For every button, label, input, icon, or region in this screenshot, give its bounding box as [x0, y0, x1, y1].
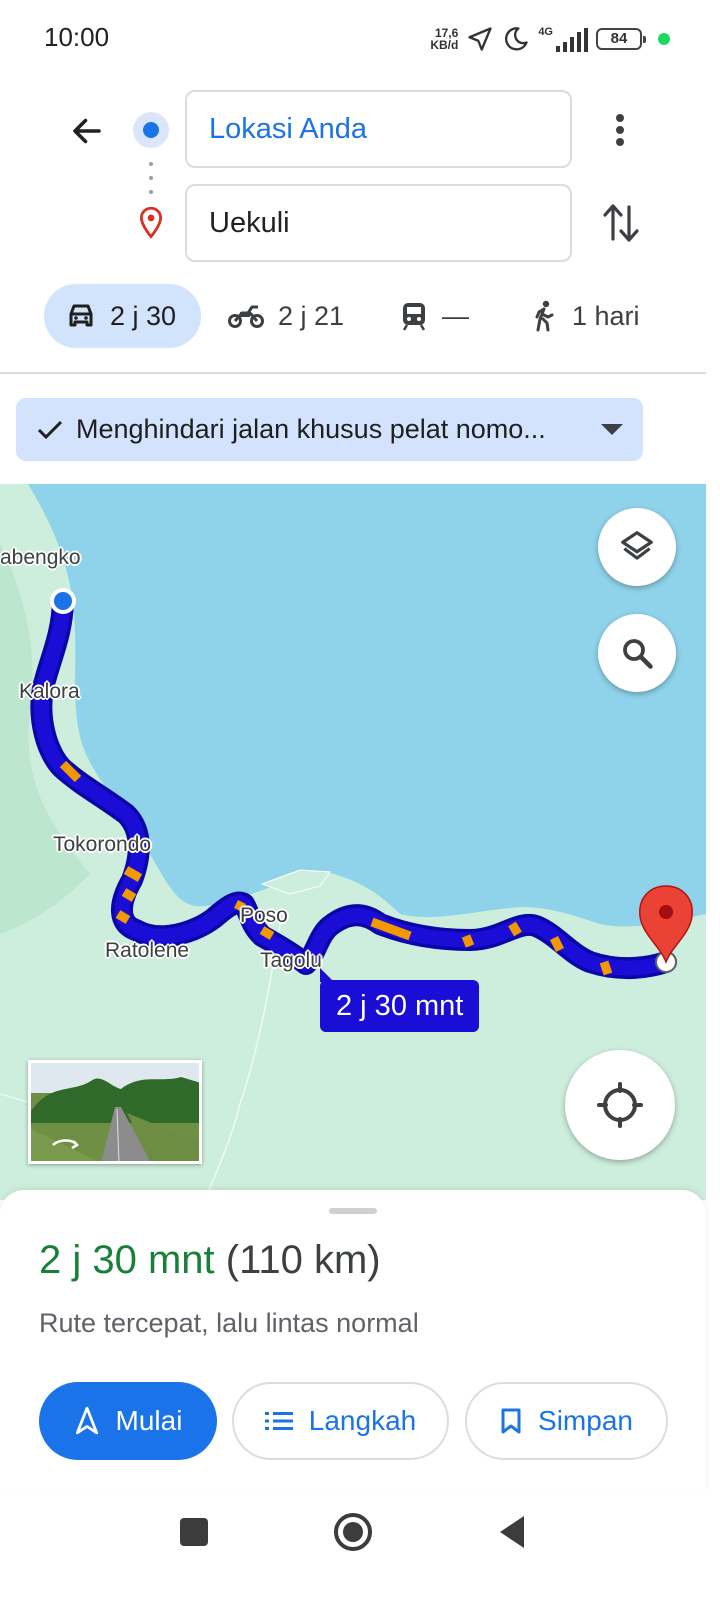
save-button[interactable]: Simpan — [465, 1382, 668, 1460]
home-button[interactable] — [323, 1502, 383, 1562]
crosshair-icon — [597, 1082, 643, 1128]
navigation-arrow-icon — [75, 1406, 98, 1435]
route-summary-sheet: 2 j 30 mnt (110 km) Rute tercepat, lalu … — [0, 1190, 706, 1490]
dropdown-arrow-icon — [601, 424, 623, 435]
steps-label: Langkah — [308, 1405, 417, 1436]
more-vert-icon — [616, 114, 624, 146]
privacy-indicator-dot — [658, 33, 670, 45]
tab-motorbike-label: 2 j 21 — [278, 300, 345, 331]
tab-transit[interactable]: — — [400, 284, 469, 348]
status-bar: 10:00 17,6 KB/d 4G 84 — [0, 0, 720, 78]
status-time: 10:00 — [44, 22, 110, 52]
car-icon — [69, 304, 93, 327]
network-speed-unit: KB/d — [430, 38, 459, 52]
place-label: Poso — [240, 904, 288, 927]
back-button[interactable] — [62, 106, 112, 156]
street-view-thumbnail[interactable] — [28, 1060, 202, 1164]
place-label: Kalora — [19, 680, 80, 703]
tab-walking-label: 1 hari — [572, 300, 640, 331]
route-connector-dots — [149, 162, 153, 194]
status-icons: 17,6 KB/d 4G 84 — [426, 22, 670, 56]
bookmark-icon — [501, 1408, 521, 1434]
tab-driving[interactable]: 2 j 30 — [44, 284, 201, 348]
route-duration: 2 j 30 mnt — [39, 1238, 215, 1282]
do-not-disturb-moon-icon — [505, 27, 528, 51]
recents-button[interactable] — [164, 1502, 224, 1562]
list-icon — [264, 1412, 293, 1430]
battery-level: 84 — [610, 30, 628, 47]
train-icon — [402, 303, 426, 331]
place-label: Ratolene — [105, 939, 190, 962]
travel-mode-tabs: 2 j 30 2 j 21 — 1 hari — [0, 284, 720, 352]
route-description: Rute tercepat, lalu lintas normal — [39, 1308, 419, 1338]
steps-button[interactable]: Langkah — [232, 1382, 449, 1460]
my-location-button[interactable] — [565, 1050, 675, 1160]
header-divider — [0, 372, 706, 374]
signal-strength-icon — [556, 28, 588, 52]
route-options-chip[interactable]: Menghindari jalan khusus pelat nomo... — [16, 398, 643, 461]
tab-transit-label: — — [442, 300, 469, 331]
more-options-button[interactable] — [600, 106, 640, 154]
system-nav-bar — [0, 1490, 720, 1600]
destination-pin-icon — [139, 206, 163, 239]
signal-group: 4G — [538, 26, 588, 52]
home-icon — [334, 1513, 372, 1551]
route-duration-callout[interactable]: 2 j 30 mnt — [320, 968, 480, 1032]
route-summary: 2 j 30 mnt (110 km) — [39, 1238, 381, 1283]
start-navigation-button[interactable]: Mulai — [39, 1382, 217, 1460]
search-icon — [623, 639, 653, 669]
tab-walking[interactable]: 1 hari — [530, 284, 640, 348]
search-along-route-button[interactable] — [598, 614, 676, 692]
sheet-drag-handle[interactable] — [329, 1208, 377, 1214]
motorbike-icon — [228, 305, 264, 328]
place-label: Tagolu — [260, 949, 322, 972]
destination-field[interactable]: Uekuli — [185, 184, 572, 262]
map-view[interactable]: abengko Kalora Tokorondo Ratolene Poso T… — [0, 484, 706, 1200]
arrow-left-icon — [73, 118, 101, 144]
tab-motorbike[interactable]: 2 j 21 — [228, 284, 344, 348]
route-distance: (110 km) — [225, 1238, 381, 1282]
map-layers-button[interactable] — [598, 508, 676, 586]
walking-person-icon — [535, 300, 554, 332]
recents-icon — [180, 1518, 208, 1546]
location-arrow-icon — [468, 27, 492, 51]
save-label: Simpan — [538, 1405, 633, 1436]
swap-locations-button[interactable] — [598, 200, 644, 246]
network-type: 4G — [538, 26, 553, 38]
start-navigation-label: Mulai — [115, 1405, 183, 1436]
origin-marker-icon — [133, 112, 169, 148]
street-view-image — [31, 1063, 199, 1161]
tab-driving-label: 2 j 30 — [110, 300, 177, 331]
battery-indicator: 84 — [596, 28, 646, 50]
route-options-label: Menghindari jalan khusus pelat nomo... — [76, 414, 546, 444]
swap-vert-icon — [603, 204, 639, 242]
back-nav-button[interactable] — [482, 1502, 542, 1562]
check-icon — [37, 420, 63, 439]
back-icon — [500, 1516, 524, 1548]
network-speed: 17,6 KB/d — [426, 27, 458, 51]
origin-field[interactable]: Lokasi Anda — [185, 90, 572, 168]
place-label: Tokorondo — [53, 833, 152, 856]
place-label: abengko — [0, 546, 81, 569]
layers-icon — [621, 531, 653, 560]
